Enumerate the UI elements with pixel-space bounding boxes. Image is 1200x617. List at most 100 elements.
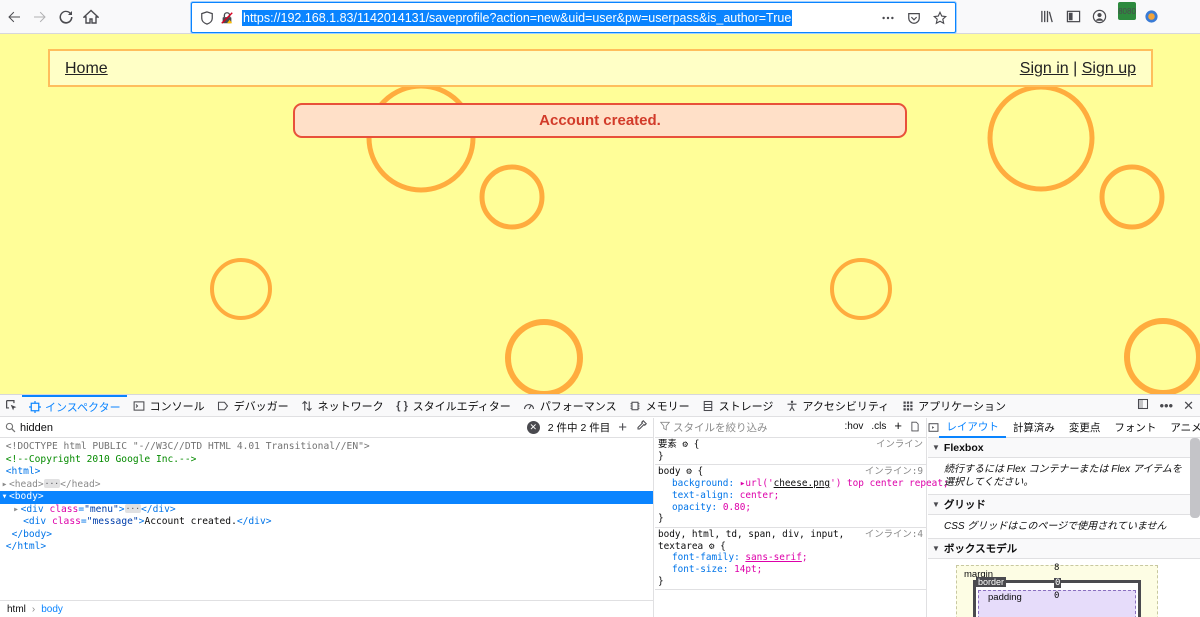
tab-inspector[interactable]: インスペクター	[22, 394, 127, 417]
url-text[interactable]: https://192.168.1.83/1142014131/saveprof…	[242, 9, 793, 26]
expand-arrow-icon[interactable]: ▸	[0, 479, 9, 492]
markup-line[interactable]: <!DOCTYPE html PUBLIC "-//W3C//DTD HTML …	[0, 441, 653, 454]
tab-application[interactable]: アプリケーション	[895, 395, 1012, 417]
grid-header[interactable]: ▼ グリッド	[928, 495, 1200, 515]
declaration[interactable]: opacity: 0.80;	[658, 502, 924, 514]
tab-label: アプリケーション	[918, 400, 1006, 413]
rule-selector: 要素	[658, 439, 677, 450]
text-node: Account created.	[144, 516, 237, 527]
margin-value[interactable]: 8	[1054, 563, 1059, 573]
tab-network[interactable]: ネットワーク	[295, 395, 390, 417]
rule-element: 要素 ⚙ { インライン }	[655, 438, 926, 466]
flexbox-header[interactable]: ▼ Flexbox	[928, 438, 1200, 458]
gear-icon[interactable]: ⚙	[686, 466, 692, 477]
tab-debugger[interactable]: デバッガー	[211, 395, 295, 417]
markup-line[interactable]: </html>	[0, 541, 653, 554]
rule-source[interactable]: インライン:9	[865, 466, 923, 478]
padding-value[interactable]: 0	[1054, 591, 1059, 601]
site-menu: Home Sign in | Sign up	[48, 49, 1153, 87]
tab-performance[interactable]: パフォーマンス	[517, 395, 623, 417]
reload-button[interactable]	[54, 5, 78, 29]
boxmodel-header[interactable]: ▼ ボックスモデル	[928, 539, 1200, 559]
declaration[interactable]: text-align: center;	[658, 490, 924, 502]
collapsed-ellipsis[interactable]: ···	[43, 479, 61, 488]
bookmark-star-icon[interactable]	[931, 9, 949, 27]
extension-2-icon[interactable]	[1142, 7, 1160, 25]
forward-button[interactable]	[28, 5, 52, 29]
tab-accessibility[interactable]: アクセシビリティ	[779, 395, 895, 417]
markup-line-selected[interactable]: ▾ <body>	[0, 491, 653, 504]
tab-label: メモリー	[645, 400, 690, 413]
markup-pane: hidden ✕ 2 件中 2 件目 + <!DOCTYPE html PUBL…	[0, 418, 654, 617]
back-button[interactable]	[2, 5, 26, 29]
rules-filter-input[interactable]: スタイルを絞り込み	[673, 420, 768, 435]
rule-typography: body, html, td, span, div, input, インライン:…	[655, 528, 926, 591]
sidebar-icon[interactable]	[1064, 7, 1082, 25]
declaration[interactable]: background: ▸url('cheese.png') top cente…	[658, 478, 949, 490]
breadcrumb-html[interactable]: html	[7, 604, 26, 615]
declaration[interactable]: font-family: sans-serif;	[658, 552, 924, 564]
rule-source[interactable]: インライン:4	[865, 529, 923, 541]
add-rule-icon[interactable]: +	[894, 419, 902, 435]
more-options-icon[interactable]: •••	[1159, 398, 1173, 414]
toggle-sidebar-icon[interactable]	[928, 422, 939, 433]
markup-line[interactable]: <!--Copyright 2010 Google Inc.-->	[0, 454, 653, 467]
tab-changes[interactable]: 変更点	[1062, 418, 1108, 438]
close-devtools-icon[interactable]: ✕	[1183, 398, 1194, 414]
clear-search-icon[interactable]: ✕	[526, 421, 540, 434]
console-icon	[133, 399, 146, 412]
account-icon[interactable]	[1090, 7, 1108, 25]
print-media-icon[interactable]	[910, 421, 920, 435]
markup-line[interactable]: </body>	[0, 529, 653, 542]
tab-label: デバッガー	[233, 400, 289, 413]
markup-line[interactable]: <div class="message">Account created.</d…	[0, 516, 653, 529]
property-value: 0.80;	[722, 501, 752, 513]
eyedropper-icon[interactable]	[635, 420, 647, 435]
tab-computed[interactable]: 計算済み	[1006, 418, 1062, 438]
gear-icon[interactable]: ⚙	[709, 541, 715, 552]
markup-line[interactable]: <html>	[0, 466, 653, 479]
hov-toggle[interactable]: :hov	[845, 421, 864, 435]
doctype-node: <!DOCTYPE html PUBLIC "-//W3C//DTD HTML …	[5, 441, 370, 452]
library-icon[interactable]	[1038, 7, 1056, 25]
markup-search-input[interactable]: hidden	[20, 422, 53, 434]
add-node-icon[interactable]: +	[618, 420, 627, 435]
markup-line[interactable]: ▸ <head>···</head>	[0, 479, 653, 492]
tracking-shield-icon[interactable]	[198, 9, 216, 27]
breadcrumb-body[interactable]: body	[41, 604, 63, 615]
layout-scrollbar[interactable]	[1190, 438, 1200, 518]
auth-separator: |	[1068, 60, 1082, 77]
arrow-right-icon	[34, 11, 46, 23]
rule-source[interactable]: インライン	[876, 439, 923, 451]
element-picker-icon[interactable]	[0, 395, 22, 417]
collapse-arrow-icon[interactable]: ▾	[0, 491, 9, 504]
url-bar[interactable]: https://192.168.1.83/1142014131/saveprof…	[191, 2, 956, 33]
breadcrumb: html › body	[0, 600, 654, 617]
background-url-link[interactable]: cheese.png	[774, 478, 830, 489]
collapsed-ellipsis[interactable]: ···	[124, 504, 142, 513]
border-value[interactable]: 0	[1054, 578, 1062, 588]
tab-layout[interactable]: レイアウト	[939, 418, 1006, 438]
insecure-lock-icon[interactable]	[218, 9, 236, 27]
home-link[interactable]: Home	[65, 60, 108, 78]
dock-icon[interactable]	[1137, 398, 1149, 414]
tab-fonts[interactable]: フォント	[1107, 418, 1163, 438]
home-button[interactable]	[79, 5, 103, 29]
sign-up-link[interactable]: Sign up	[1082, 60, 1136, 77]
extension-icon[interactable]: 8080	[1116, 2, 1136, 25]
pocket-icon[interactable]	[905, 9, 923, 27]
gear-icon[interactable]: ⚙	[682, 439, 688, 450]
tab-style-editor[interactable]: { } スタイルエディター	[390, 395, 517, 417]
expand-arrow-icon[interactable]: ▸	[12, 504, 21, 517]
tab-animations[interactable]: アニメーション	[1163, 418, 1200, 438]
declaration[interactable]: font-size: 14pt;	[658, 564, 924, 576]
tab-storage[interactable]: ストレージ	[696, 395, 780, 417]
page-actions-icon[interactable]	[879, 9, 897, 27]
tab-console[interactable]: コンソール	[127, 395, 211, 417]
tab-memory[interactable]: メモリー	[623, 395, 696, 417]
cls-toggle[interactable]: .cls	[871, 421, 886, 435]
rule-selector: textarea	[658, 540, 704, 552]
sign-in-link[interactable]: Sign in	[1020, 60, 1069, 77]
tab-label: アクセシビリティ	[802, 400, 890, 413]
markup-line[interactable]: ▸ <div class="menu">···</div>	[0, 504, 653, 517]
